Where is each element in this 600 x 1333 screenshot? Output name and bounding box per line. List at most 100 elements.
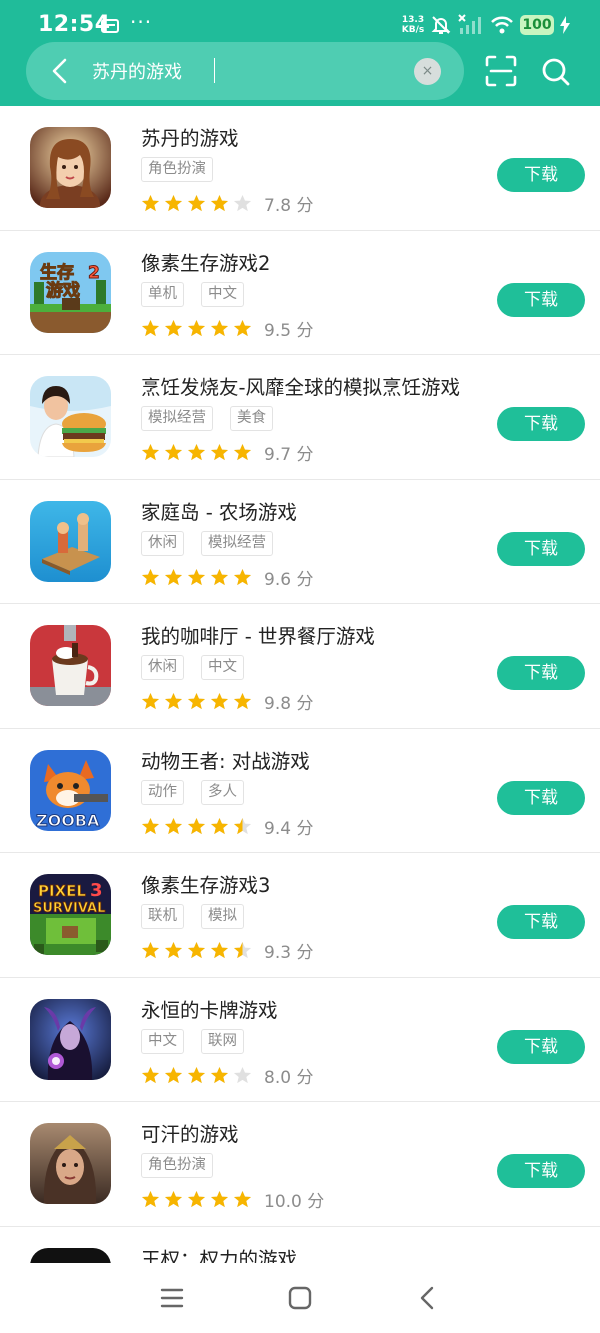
app-tag: 多人 [201, 779, 244, 805]
search-icon [542, 58, 570, 86]
app-list-item[interactable]: 苏丹的游戏 角色扮演 7.8 分 下载 [0, 106, 600, 231]
app-icon-khan-game[interactable] [30, 1123, 111, 1204]
app-tag: 模拟 [201, 904, 244, 929]
clear-search-button[interactable]: × [414, 58, 441, 85]
network-speed-unit: KB/s [401, 25, 425, 35]
download-button[interactable]: 下载 [497, 282, 585, 317]
download-button[interactable]: 下载 [497, 656, 585, 690]
status-icons: 100 [430, 14, 570, 36]
search-input[interactable] [92, 56, 412, 86]
app-tags: 联机 模拟 [141, 904, 244, 929]
download-button[interactable]: 下载 [497, 1029, 585, 1064]
system-back-button[interactable] [413, 1283, 443, 1313]
download-button[interactable]: 下载 [497, 1154, 585, 1188]
star-full-icon [233, 568, 252, 585]
app-icon-pixel-survival-2[interactable]: 生存 2 游戏 [30, 251, 111, 333]
app-tag: 联网 [201, 1028, 244, 1054]
recent-apps-button[interactable] [157, 1283, 187, 1313]
app-score: 9.3 分 [264, 943, 314, 963]
app-tags: 动作 多人 [141, 779, 244, 805]
app-list-item[interactable]: 生存 2 游戏 像素生存游戏2 单机 中文 9.5 分 下载 [0, 231, 600, 355]
charging-icon [560, 16, 570, 34]
star-rating [141, 443, 252, 462]
network-speed: 13.3 KB/s [400, 15, 426, 35]
download-button[interactable]: 下载 [497, 905, 585, 939]
app-icon-pixel-survival-3[interactable]: PIXEL 3 SURVIVAL [30, 874, 111, 955]
star-full-icon [164, 941, 183, 959]
star-full-icon [187, 941, 206, 959]
scan-icon [485, 55, 517, 87]
app-tag: 休闲 [141, 530, 184, 556]
app-tag: 联机 [141, 904, 184, 929]
app-tags: 中文 联网 [141, 1028, 244, 1054]
text-caret [214, 58, 215, 83]
app-tag: 单机 [141, 281, 184, 307]
app-list-item[interactable]: 可汗的游戏 角色扮演 10.0 分 下载 [0, 1102, 600, 1227]
app-icon-cooking-fever[interactable] [30, 376, 111, 457]
app-tags: 模拟经营 美食 [141, 406, 273, 431]
app-tag: 中文 [201, 655, 244, 680]
app-rating: 9.6 分 [141, 565, 313, 590]
app-rating: 9.4 分 [141, 814, 313, 839]
app-tags: 角色扮演 [141, 1153, 213, 1178]
download-button[interactable]: 下载 [497, 780, 585, 815]
app-icon-text: SURVIVAL [33, 901, 105, 916]
app-list-item[interactable]: 我的咖啡厅 - 世界餐厅游戏 休闲 中文 9.8 分 下载 [0, 604, 600, 729]
app-icon-family-island[interactable] [30, 500, 111, 582]
home-button[interactable] [285, 1283, 315, 1313]
signal-off-icon [458, 14, 481, 34]
star-full-icon [141, 319, 160, 336]
star-full-icon [164, 1190, 183, 1208]
star-full-icon [233, 692, 252, 710]
back-button[interactable] [40, 51, 80, 91]
star-rating [141, 941, 252, 960]
app-list-item[interactable]: 家庭岛 - 农场游戏 休闲 模拟经营 9.6 分 下载 [0, 480, 600, 604]
status-bar: 12:54 ··· 13.3 KB/s 100 [0, 0, 600, 46]
app-score: 9.8 分 [264, 694, 314, 714]
app-rating: 9.7 分 [141, 440, 313, 465]
app-list-item[interactable]: 王权：权力的游戏 [0, 1227, 600, 1271]
star-rating [141, 319, 252, 338]
app-icon-zooba[interactable]: ZOOBA [30, 749, 111, 831]
search-button[interactable] [540, 56, 572, 88]
status-time: 12:54 [38, 12, 111, 37]
star-full-icon [210, 443, 229, 461]
app-name: 像素生存游戏2 [141, 251, 271, 275]
app-icon-text: 游戏 [46, 280, 80, 301]
more-notifications-icon: ··· [130, 10, 153, 34]
battery-icon: 100 [520, 15, 554, 35]
system-nav-bar [0, 1263, 600, 1333]
app-tag: 休闲 [141, 655, 184, 680]
app-tags: 休闲 模拟经营 [141, 530, 273, 556]
app-name: 动物王者: 对战游戏 [141, 749, 310, 773]
download-button[interactable]: 下载 [497, 158, 585, 192]
app-name: 像素生存游戏3 [141, 874, 271, 897]
app-rating: 9.5 分 [141, 316, 313, 341]
app-icon-eternal-card[interactable] [30, 998, 111, 1080]
app-icon-sudan-game[interactable] [30, 127, 111, 208]
star-full-icon [187, 319, 206, 336]
download-button[interactable]: 下载 [497, 531, 585, 566]
star-rating [141, 1190, 252, 1209]
app-icon-my-cafe[interactable] [30, 625, 111, 706]
network-speed-value: 13.3 [401, 15, 425, 25]
app-tag: 角色扮演 [141, 157, 213, 182]
app-tag: 中文 [141, 1028, 184, 1054]
scan-button[interactable] [484, 54, 518, 88]
app-list-item[interactable]: ZOOBA 动物王者: 对战游戏 动作 多人 9.4 分 下载 [0, 729, 600, 853]
star-full-icon [141, 1066, 160, 1083]
download-button[interactable]: 下载 [497, 407, 585, 441]
app-name: 苏丹的游戏 [141, 127, 239, 150]
star-full-icon [164, 817, 183, 834]
star-rating [141, 817, 252, 836]
star-full-icon [187, 1066, 206, 1083]
app-list-item[interactable]: 烹饪发烧友-风靡全球的模拟烹饪游戏 模拟经营 美食 9.7 分 下载 [0, 355, 600, 480]
app-score: 10.0 分 [264, 1192, 325, 1212]
app-list-item[interactable]: PIXEL 3 SURVIVAL 像素生存游戏3 联机 模拟 9.3 分 下载 [0, 853, 600, 978]
app-list-item[interactable]: 永恒的卡牌游戏 中文 联网 8.0 分 下载 [0, 978, 600, 1102]
search-box[interactable]: × [26, 42, 464, 100]
star-full-icon [210, 319, 229, 336]
app-rating: 9.3 分 [141, 938, 313, 963]
star-rating [141, 1066, 252, 1085]
app-icon-text: PIXEL [38, 882, 86, 900]
